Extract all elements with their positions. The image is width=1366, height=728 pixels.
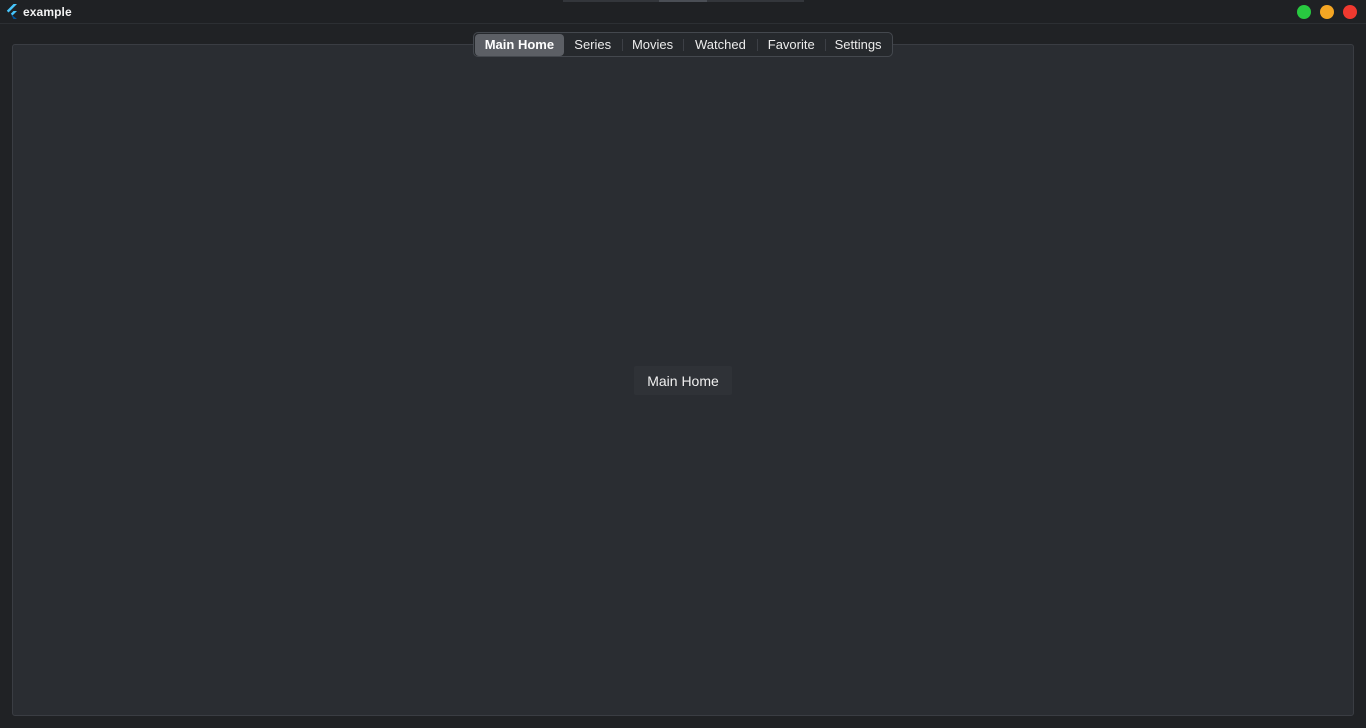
- tab-main-home[interactable]: Main Home: [475, 33, 564, 56]
- minimize-button[interactable]: [1320, 5, 1334, 19]
- drag-handle[interactable]: [563, 0, 804, 2]
- maximize-button[interactable]: [1297, 5, 1311, 19]
- tab-series[interactable]: Series: [564, 34, 622, 56]
- page-title: Main Home: [634, 366, 732, 395]
- tab-watched[interactable]: Watched: [683, 34, 757, 56]
- tab-bar: Main Home Series Movies Watched Favorite…: [473, 32, 893, 57]
- window-title: example: [23, 5, 72, 19]
- title-bar[interactable]: example: [0, 0, 1366, 24]
- close-button[interactable]: [1343, 5, 1357, 19]
- tab-settings[interactable]: Settings: [825, 34, 891, 56]
- tab-favorite[interactable]: Favorite: [757, 34, 825, 56]
- tab-movies[interactable]: Movies: [621, 34, 684, 56]
- flutter-logo-icon: [6, 4, 17, 19]
